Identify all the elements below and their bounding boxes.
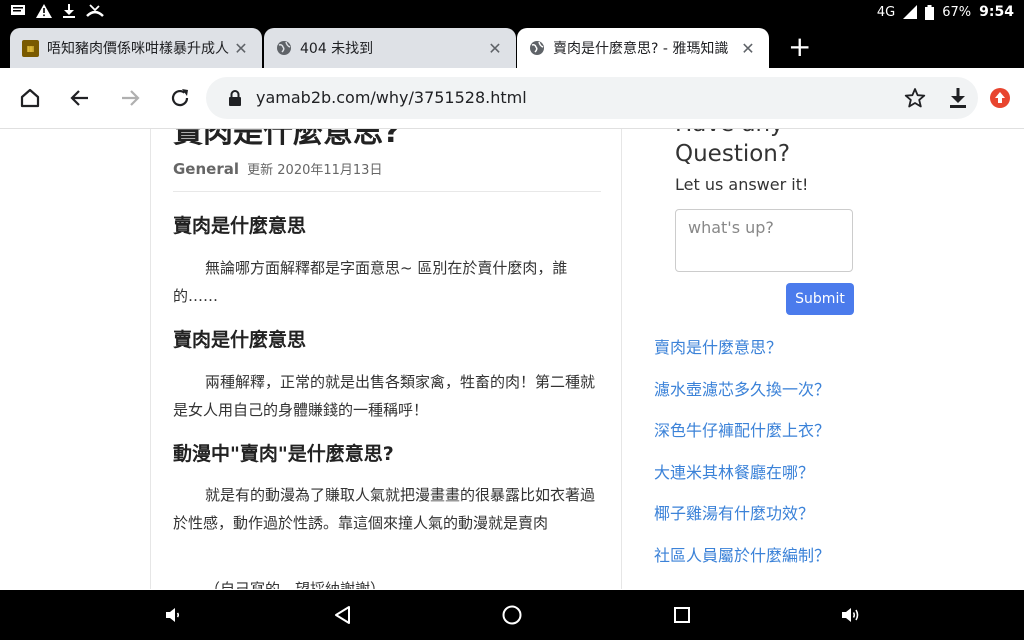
tab-current[interactable]: 賣肉是什麼意思? - 雅瑪知識 ✕	[517, 28, 769, 68]
reload-icon	[171, 89, 189, 107]
sidebar: Have any Question? Let us answer it! wha…	[623, 129, 1024, 589]
updated-date: 更新 2020年11月13日	[247, 163, 383, 178]
section-text: 無論哪方面解釋都是字面意思~ 區別在於賣什麼肉，誰的……	[173, 259, 568, 305]
recents-nav-button[interactable]	[669, 602, 695, 628]
download-icon	[950, 88, 966, 108]
back-button[interactable]	[64, 82, 96, 114]
volume-up-button[interactable]	[838, 602, 864, 628]
globe-icon	[277, 41, 291, 55]
close-icon[interactable]: ✕	[232, 39, 250, 58]
close-icon[interactable]: ✕	[486, 39, 504, 58]
tab-404[interactable]: 404 未找到 ✕	[264, 28, 516, 68]
category-link[interactable]: General	[173, 160, 239, 178]
new-tab-button[interactable]: +	[788, 32, 811, 62]
reload-button[interactable]	[164, 82, 196, 114]
tab-pork-price[interactable]: ▦ 唔知豬肉價係咪咁樣暴升成人 ✕	[10, 28, 262, 68]
warning-icon	[36, 4, 52, 18]
square-recents-icon	[674, 607, 690, 623]
battery-icon	[925, 4, 935, 20]
missed-call-icon	[86, 4, 104, 17]
volume-down-button[interactable]	[160, 602, 186, 628]
status-bar: 4G 67% 9:54	[0, 0, 1024, 26]
download-icon	[63, 4, 75, 18]
tab-title: 賣肉是什麼意思? - 雅瑪知識	[553, 41, 729, 57]
home-nav-button[interactable]	[499, 602, 525, 628]
volume-up-icon	[842, 608, 859, 622]
back-nav-button[interactable]	[330, 602, 356, 628]
related-link[interactable]: 社區人員屬於什麼編制？	[654, 545, 830, 587]
back-arrow-icon	[70, 90, 88, 106]
update-button[interactable]	[984, 82, 1016, 114]
related-link[interactable]: 深色牛仔褲配什麼上衣？	[654, 420, 830, 462]
section-text: 就是有的動漫為了賺取人氣就把漫畫畫的很暴露比如衣著過於性感，動作過於性誘。靠這個…	[173, 486, 596, 532]
bookmark-button[interactable]	[899, 82, 931, 114]
question-input[interactable]: what's up?	[675, 209, 853, 272]
article-title: 賣肉是什麼意思?	[173, 129, 401, 150]
section-heading: 賣肉是什麼意思	[173, 215, 307, 237]
volume-down-icon	[166, 608, 180, 622]
forward-arrow-icon	[122, 90, 140, 106]
signal-icon	[903, 5, 918, 19]
battery-percent: 67%	[942, 4, 972, 20]
section-text: （自己寫的，望採納謝謝）	[205, 580, 386, 589]
message-icon	[11, 5, 25, 15]
forward-button[interactable]	[114, 82, 146, 114]
circle-home-icon	[502, 605, 522, 625]
address-bar[interactable]: yamab2b.com/why/3751528.html	[206, 77, 978, 119]
section-heading: 賣肉是什麼意思	[173, 329, 307, 351]
home-button[interactable]	[14, 82, 46, 114]
question-subtitle: Let us answer it!	[675, 175, 809, 194]
article: 賣肉是什麼意思? General 更新 2020年11月13日 賣肉是什麼意思 …	[150, 129, 622, 589]
section-text: 兩種解釋，正常的就是出售各類家禽，牲畜的肉！第二種就是女人用自己的身體賺錢的一種…	[173, 373, 596, 419]
star-icon	[904, 88, 926, 108]
web-page: 賣肉是什麼意思? General 更新 2020年11月13日 賣肉是什麼意思 …	[0, 129, 1024, 589]
globe-icon	[530, 41, 544, 55]
navigation-bar	[0, 590, 1024, 640]
tab-strip: ▦ 唔知豬肉價係咪咁樣暴升成人 ✕ 404 未找到 ✕ 賣肉是什麼意思? - 雅…	[0, 26, 1024, 68]
notification-icons	[10, 4, 104, 18]
lock-icon	[229, 90, 241, 106]
section-heading: 動漫中"賣肉"是什麼意思?	[173, 443, 394, 465]
clock: 9:54	[979, 4, 1014, 20]
article-meta: General 更新 2020年11月13日	[173, 159, 382, 178]
triangle-back-icon	[335, 606, 350, 624]
download-page-button[interactable]	[942, 82, 974, 114]
network-label: 4G	[876, 4, 896, 20]
system-status: 4G 67% 9:54	[877, 4, 1014, 20]
submit-button[interactable]: Submit	[786, 283, 854, 315]
close-icon[interactable]: ✕	[739, 39, 757, 58]
food-logo-icon: ▦	[22, 39, 39, 57]
related-link[interactable]: 大連米其林餐廳在哪？	[654, 462, 830, 504]
tab-title: 唔知豬肉價係咪咁樣暴升成人	[47, 41, 229, 57]
question-title: Have any Question?	[675, 129, 791, 167]
update-arrow-icon	[990, 88, 1010, 108]
related-link[interactable]: 椰子雞湯有什麼功效？	[654, 503, 830, 545]
divider	[173, 191, 601, 192]
tab-title: 404 未找到	[300, 41, 374, 57]
related-link[interactable]: 賣肉是什麼意思？	[654, 337, 830, 379]
related-questions: 賣肉是什麼意思？ 濾水壺濾芯多久換一次？ 深色牛仔褲配什麼上衣？ 大連米其林餐廳…	[654, 337, 830, 586]
browser-toolbar: yamab2b.com/why/3751528.html	[0, 68, 1024, 129]
url-text: yamab2b.com/why/3751528.html	[256, 88, 527, 107]
related-link[interactable]: 濾水壺濾芯多久換一次？	[654, 379, 830, 421]
home-icon	[20, 88, 40, 108]
